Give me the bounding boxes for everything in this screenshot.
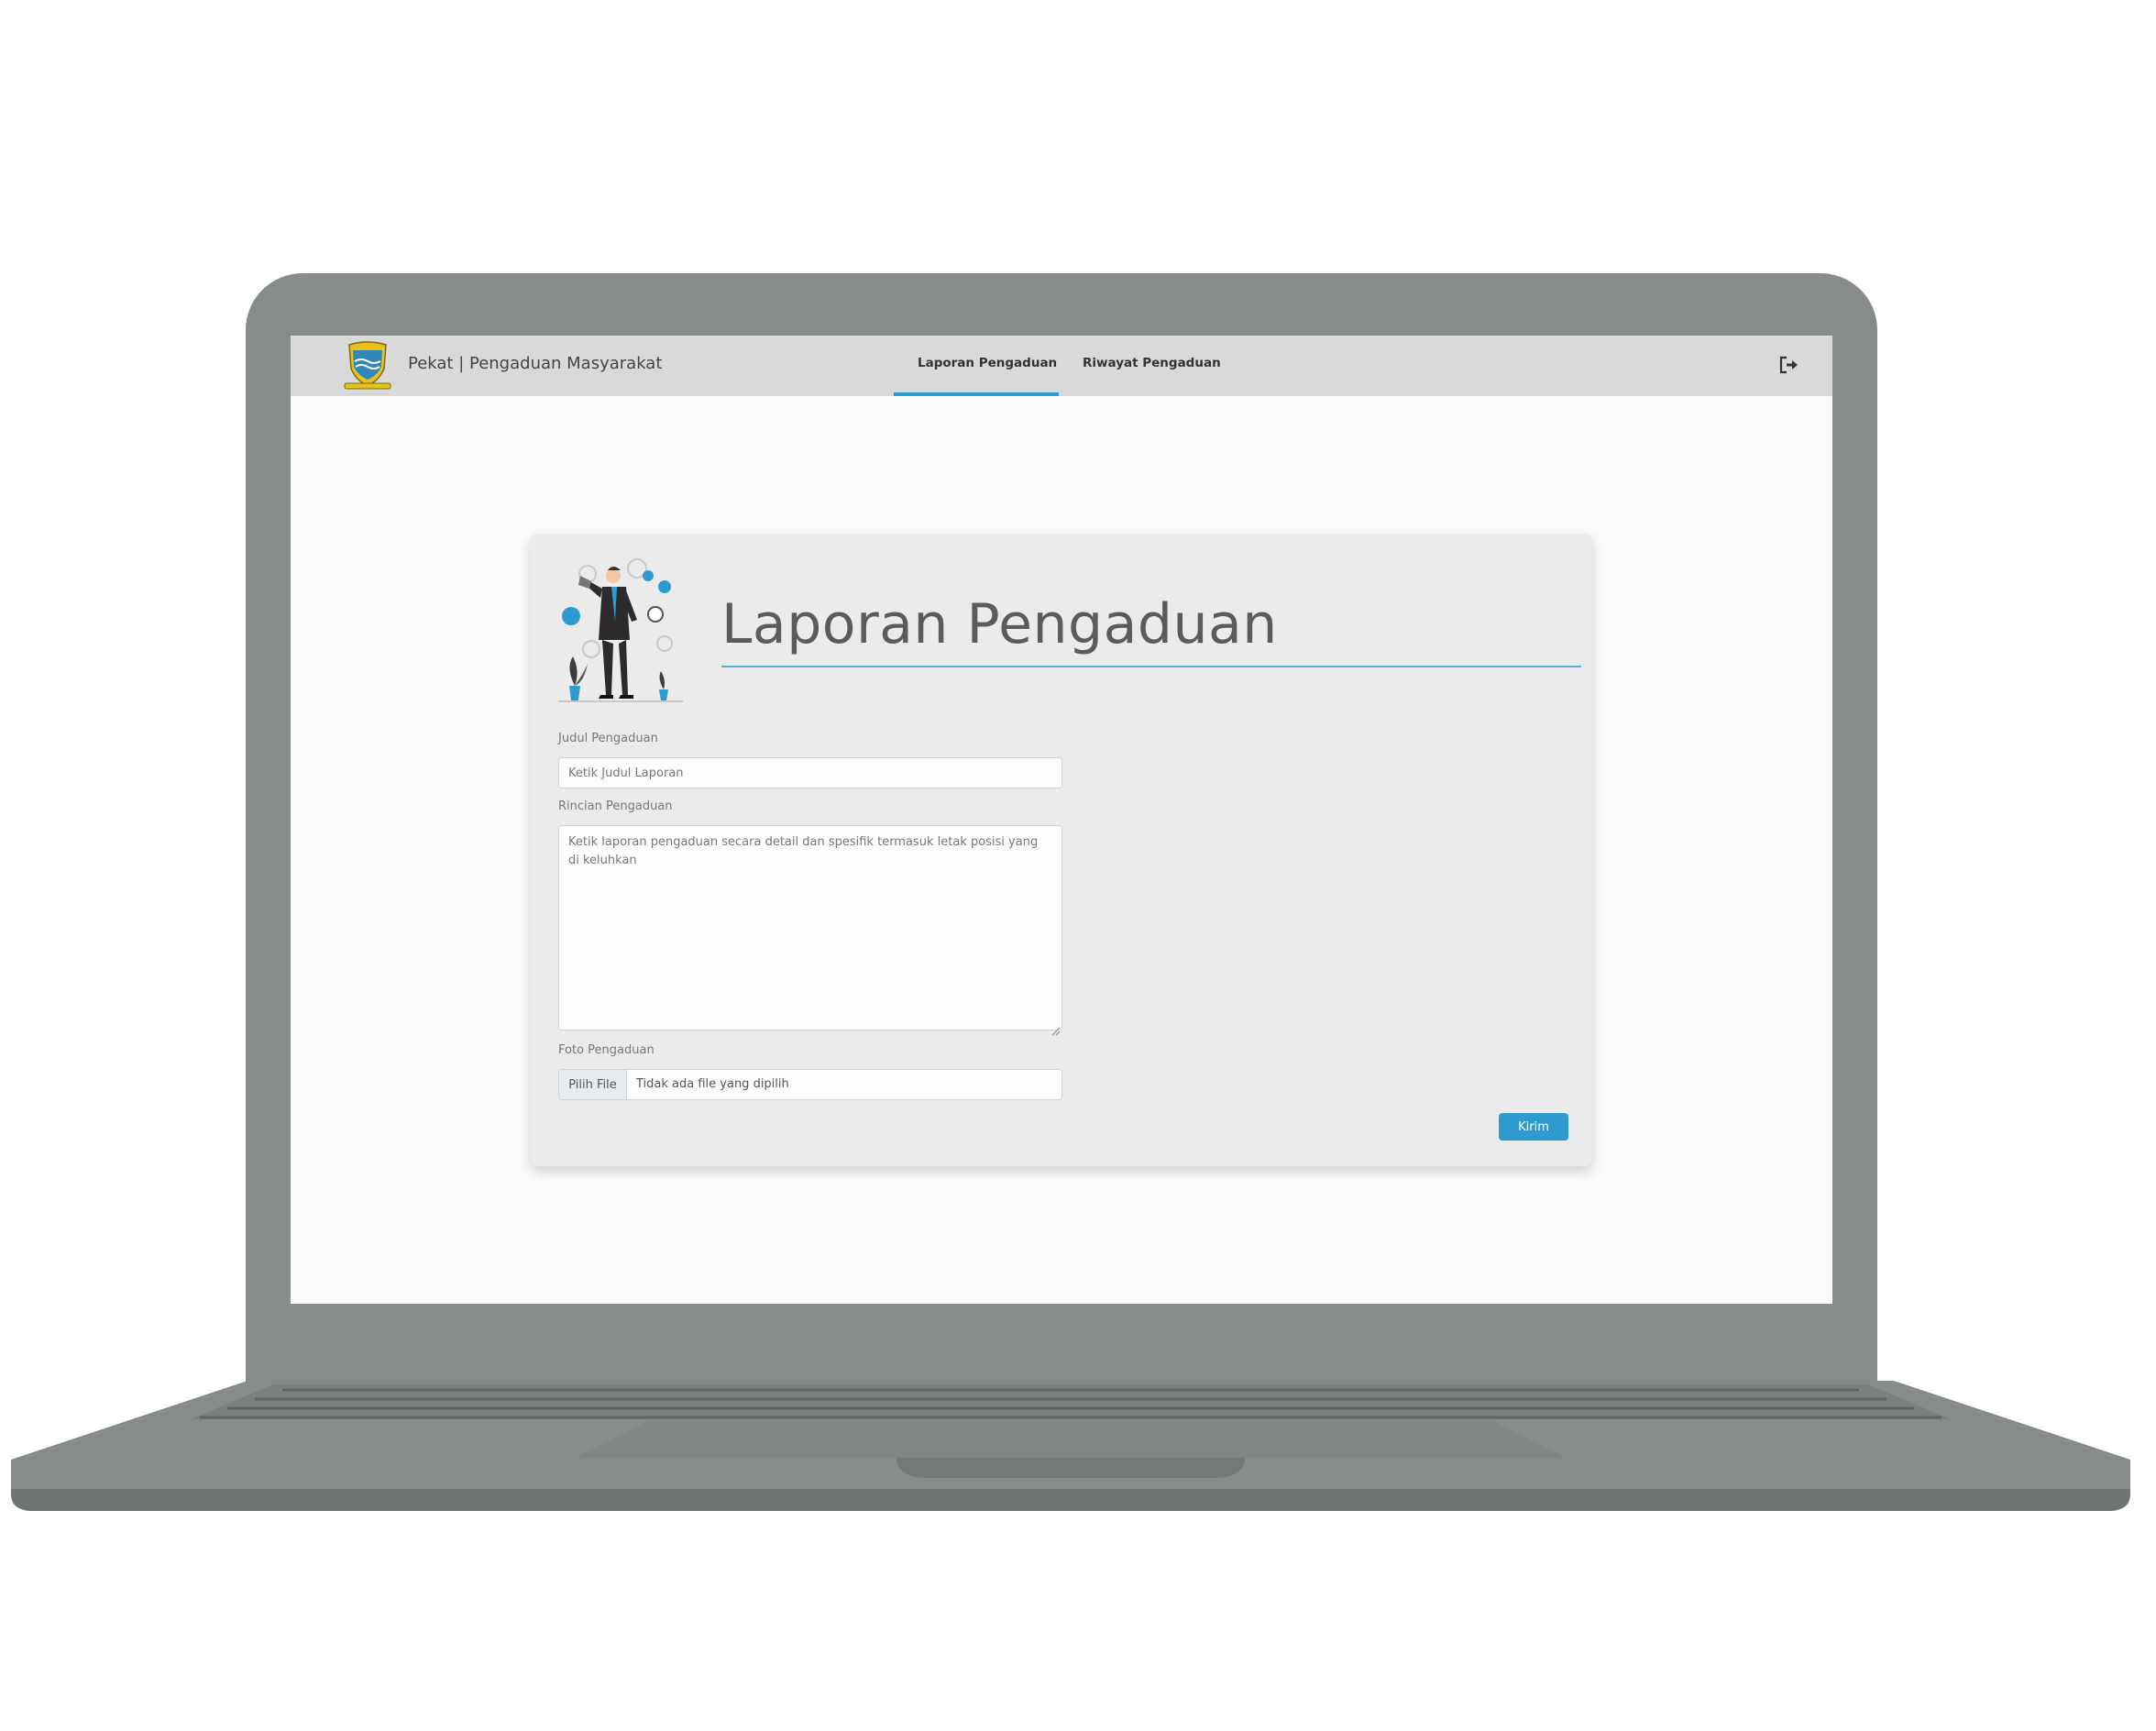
resize-handle-icon[interactable] bbox=[1051, 1022, 1061, 1036]
active-tab-indicator bbox=[894, 392, 1059, 396]
browser-viewport: Pekat | Pengaduan Masyarakat Laporan Pen… bbox=[291, 336, 1832, 1304]
rincian-label: Rincian Pengaduan bbox=[558, 799, 673, 813]
file-input[interactable]: Pilih File Tidak ada file yang dipilih bbox=[558, 1069, 1062, 1100]
navbar: Pekat | Pengaduan Masyarakat Laporan Pen… bbox=[291, 336, 1832, 396]
nav-laporan-pengaduan[interactable]: Laporan Pengaduan bbox=[918, 356, 1057, 370]
file-status-text: Tidak ada file yang dipilih bbox=[636, 1077, 789, 1091]
choose-file-button[interactable]: Pilih File bbox=[559, 1070, 627, 1099]
rincian-textarea[interactable] bbox=[558, 825, 1062, 1031]
submit-button[interactable]: Kirim bbox=[1499, 1113, 1568, 1141]
city-emblem-logo[interactable] bbox=[342, 341, 393, 391]
laptop-base bbox=[7, 1381, 2134, 1522]
judul-input[interactable] bbox=[558, 757, 1062, 788]
page-title: Laporan Pengaduan bbox=[721, 592, 1278, 656]
title-underline bbox=[721, 666, 1581, 667]
businessman-megaphone-illustration bbox=[556, 548, 685, 713]
foto-label: Foto Pengaduan bbox=[558, 1043, 654, 1057]
judul-label: Judul Pengaduan bbox=[558, 732, 658, 745]
brand-title[interactable]: Pekat | Pengaduan Masyarakat bbox=[408, 354, 662, 373]
sign-out-icon[interactable] bbox=[1777, 354, 1801, 376]
report-form-card: Laporan Pengaduan Judul Pengaduan Rincia… bbox=[531, 534, 1592, 1166]
nav-riwayat-pengaduan[interactable]: Riwayat Pengaduan bbox=[1083, 356, 1221, 370]
